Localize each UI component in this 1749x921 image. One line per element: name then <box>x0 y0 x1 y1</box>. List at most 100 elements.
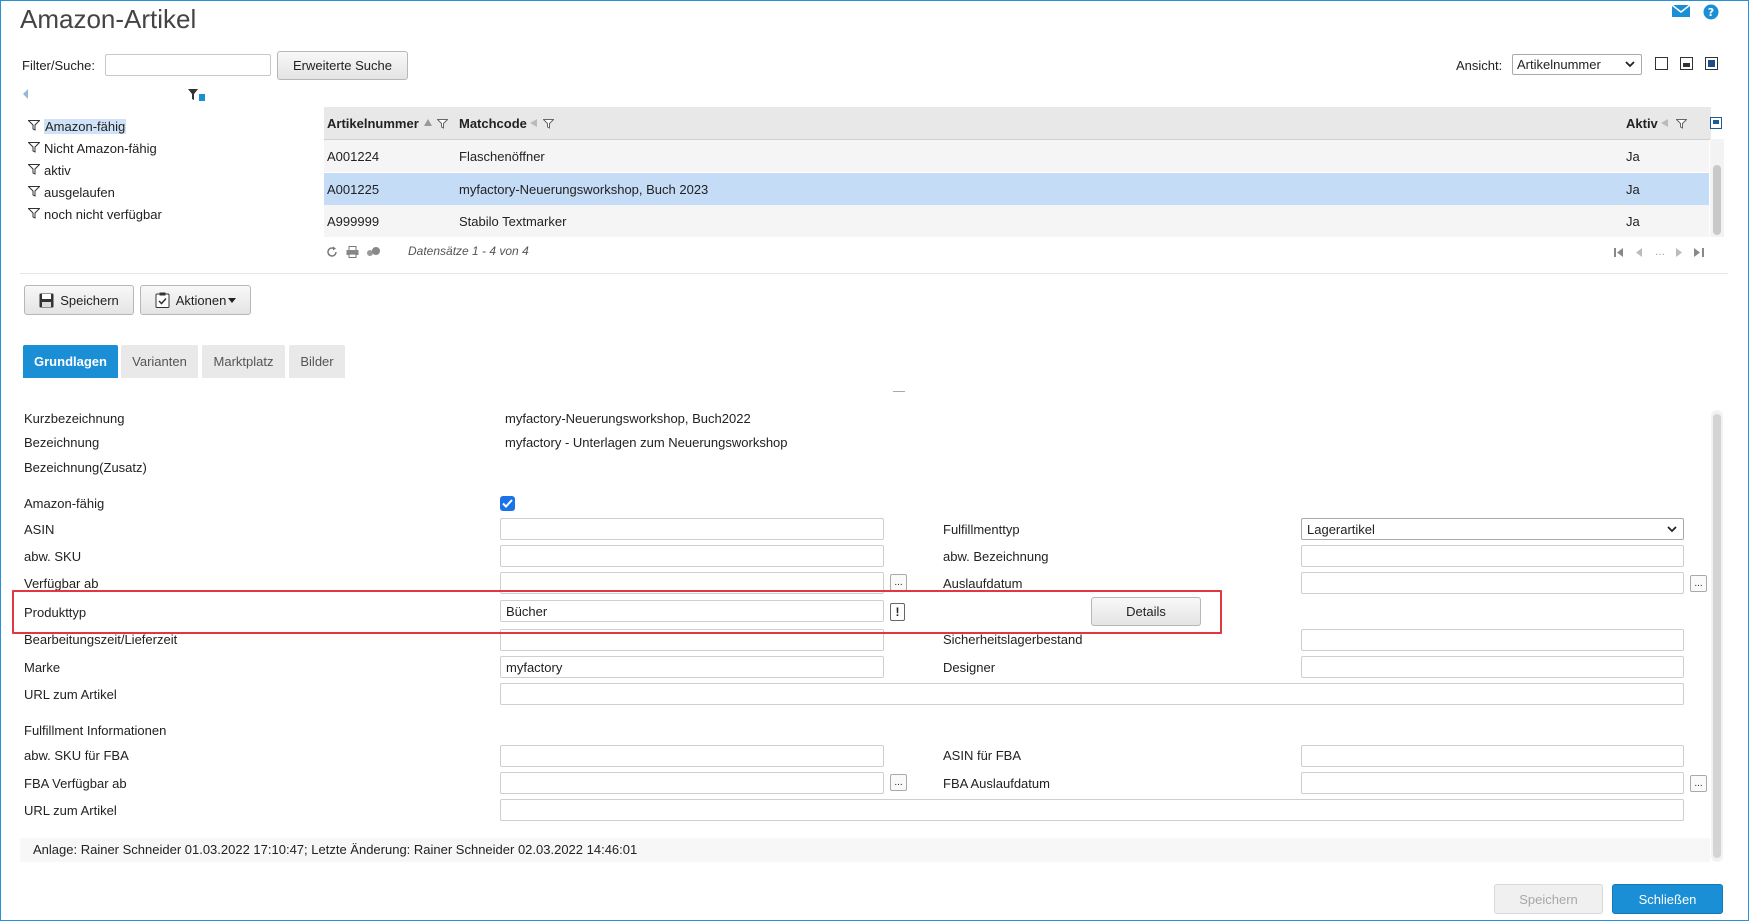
save-button-label: Speichern <box>60 292 119 308</box>
mail-icon[interactable] <box>1671 4 1691 20</box>
view-select[interactable]: Artikelnummer <box>1512 54 1642 75</box>
sicherheitslagerbestand-input[interactable] <box>1301 629 1684 651</box>
sort-icon[interactable] <box>1661 119 1669 127</box>
fulfillmenttyp-label: Fulfillmenttyp <box>943 522 1020 537</box>
fulfillmenttyp-select[interactable]: Lagerartikel <box>1301 518 1684 540</box>
amazon-faehig-checkbox[interactable] <box>500 496 515 511</box>
view-layout-single-icon[interactable] <box>1655 57 1668 70</box>
auslaufdatum-picker-button[interactable]: ... <box>1690 575 1707 592</box>
cell-aktiv: Ja <box>1626 149 1640 164</box>
filter-item-aktiv[interactable]: aktiv <box>26 160 162 182</box>
designer-input[interactable] <box>1301 656 1684 678</box>
table-row-selected[interactable]: A001225 myfactory-Neuerungsworkshop, Buc… <box>324 173 1709 205</box>
cell-matchcode: Flaschenöffner <box>459 149 545 164</box>
caret-down-icon <box>228 297 237 303</box>
actions-menu-button[interactable]: Aktionen <box>140 285 251 315</box>
abw-bezeichnung-label: abw. Bezeichnung <box>943 549 1049 564</box>
column-filter-icon[interactable] <box>1676 119 1687 129</box>
column-filter-icon[interactable] <box>437 119 448 129</box>
tab-marktplatz[interactable]: Marktplatz <box>202 345 285 378</box>
filter-item-ausgelaufen[interactable]: ausgelaufen <box>26 182 162 204</box>
abw-sku-input[interactable] <box>500 545 884 567</box>
url-artikel-fba-label: URL zum Artikel <box>24 803 117 818</box>
first-page-icon[interactable] <box>1614 248 1624 257</box>
cell-artikelnummer: A001225 <box>327 182 380 197</box>
collapse-left-icon[interactable] <box>22 88 29 103</box>
abw-sku-fba-input[interactable] <box>500 745 884 767</box>
save-bottom-button[interactable]: Speichern <box>1494 884 1603 914</box>
verfuegbar-ab-picker-button[interactable]: ... <box>890 574 907 591</box>
filter-search-input[interactable] <box>105 54 271 76</box>
filter-item-noch-nicht-verfuegbar[interactable]: noch nicht verfügbar <box>26 204 162 226</box>
grid-scrollbar-thumb[interactable] <box>1713 165 1721 235</box>
export-icon[interactable] <box>366 246 381 258</box>
sicherheitslagerbestand-label: Sicherheitslagerbestand <box>943 632 1083 647</box>
save-button[interactable]: Speichern <box>24 285 134 315</box>
table-row[interactable]: A999999 Stabilo Textmarker Ja <box>324 205 1709 237</box>
asin-input[interactable] <box>500 518 884 540</box>
sort-icon[interactable] <box>530 119 538 127</box>
view-label: Ansicht: <box>1456 58 1503 73</box>
last-page-icon[interactable] <box>1694 248 1704 257</box>
abw-sku-fba-label: abw. SKU für FBA <box>24 748 129 763</box>
cell-matchcode: Stabilo Textmarker <box>459 214 567 229</box>
tab-varianten[interactable]: Varianten <box>121 345 198 378</box>
abw-bezeichnung-input[interactable] <box>1301 545 1684 567</box>
bezeichnung-label: Bezeichnung <box>24 435 100 450</box>
splitter-handle[interactable] <box>893 391 905 392</box>
divider <box>20 273 1728 274</box>
url-artikel-fba-input[interactable] <box>500 799 1684 821</box>
marke-label: Marke <box>24 660 61 675</box>
asin-fba-input[interactable] <box>1301 745 1684 767</box>
designer-label: Designer <box>943 660 996 675</box>
filter-icon <box>28 164 40 175</box>
tab-bilder[interactable]: Bilder <box>289 345 345 378</box>
column-header-artikelnummer[interactable]: Artikelnummer <box>327 116 419 131</box>
cell-aktiv: Ja <box>1626 182 1640 197</box>
save-icon <box>39 293 54 307</box>
tab-grundlagen[interactable]: Grundlagen <box>23 345 118 378</box>
cell-matchcode: myfactory-Neuerungsworkshop, Buch 2023 <box>459 182 709 197</box>
column-header-matchcode[interactable]: Matchcode <box>459 116 527 131</box>
fba-verfuegbar-ab-input[interactable] <box>500 772 884 794</box>
auslaufdatum-input[interactable] <box>1301 572 1684 594</box>
filter-item-label: noch nicht verfügbar <box>44 207 162 222</box>
previous-page-icon[interactable] <box>1636 248 1642 257</box>
auslaufdatum-label: Auslaufdatum <box>943 576 1023 591</box>
refresh-icon[interactable] <box>326 246 338 258</box>
grid-header: Artikelnummer Matchcode Aktiv <box>324 107 1722 140</box>
table-row[interactable]: A001224 Flaschenöffner Ja <box>324 140 1709 172</box>
advanced-search-button[interactable]: Erweiterte Suche <box>277 51 408 80</box>
help-icon[interactable]: ? <box>1703 4 1719 20</box>
column-filter-icon[interactable] <box>543 119 554 129</box>
filter-settings-icon[interactable] <box>187 88 207 105</box>
fba-auslaufdatum-label: FBA Auslaufdatum <box>943 776 1050 791</box>
fba-auslaufdatum-input[interactable] <box>1301 772 1684 794</box>
pager-ellipsis: ... <box>1655 244 1666 258</box>
asin-label: ASIN <box>24 522 55 537</box>
form-scrollbar-thumb[interactable] <box>1713 414 1721 858</box>
bearbeitungszeit-label: Bearbeitungszeit/Lieferzeit <box>24 632 178 647</box>
url-artikel-input[interactable] <box>500 683 1684 705</box>
svg-text:?: ? <box>1708 6 1714 19</box>
url-artikel-label: URL zum Artikel <box>24 687 117 702</box>
bezeichnung-value: myfactory - Unterlagen zum Neuerungswork… <box>505 435 788 450</box>
cell-aktiv: Ja <box>1626 214 1640 229</box>
column-chooser-icon[interactable] <box>1710 117 1722 129</box>
close-button[interactable]: Schließen <box>1612 884 1723 914</box>
view-select-value: Artikelnummer <box>1517 57 1601 72</box>
view-layout-split-icon[interactable] <box>1680 57 1693 70</box>
filter-item-nicht-amazon-faehig[interactable]: Nicht Amazon-fähig <box>26 138 162 160</box>
filter-icon <box>28 142 40 153</box>
column-header-aktiv[interactable]: Aktiv <box>1626 116 1658 131</box>
bezeichnung-zusatz-label: Bezeichnung(Zusatz) <box>24 460 147 475</box>
filter-item-amazon-faehig[interactable]: Amazon-fähig <box>26 116 162 138</box>
print-icon[interactable] <box>346 246 359 258</box>
marke-input[interactable]: myfactory <box>500 656 884 678</box>
next-page-icon[interactable] <box>1676 248 1682 257</box>
fba-verfuegbar-ab-picker-button[interactable]: ... <box>890 774 907 791</box>
fba-auslaufdatum-picker-button[interactable]: ... <box>1690 775 1707 792</box>
view-layout-detail-icon[interactable] <box>1705 57 1718 70</box>
sort-icon[interactable] <box>424 119 432 127</box>
filter-tree: Amazon-fähig Nicht Amazon-fähig aktiv au… <box>26 116 162 226</box>
